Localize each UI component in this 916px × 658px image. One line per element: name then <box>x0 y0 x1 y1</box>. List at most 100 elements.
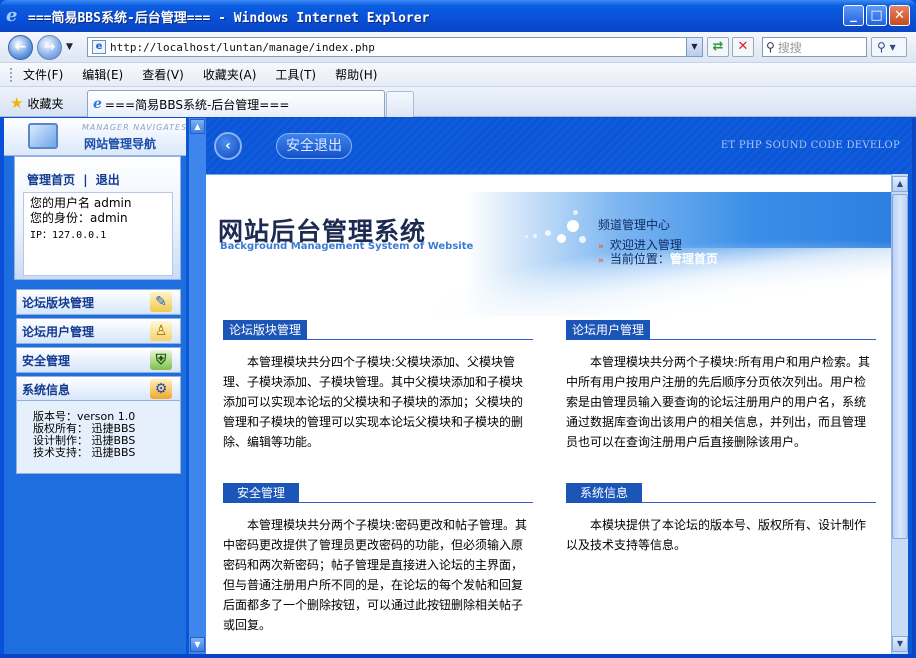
role-label: 您的身份： <box>30 211 91 225</box>
scroll-down-icon[interactable]: ▼ <box>892 636 908 652</box>
section-security: 安全管理 本管理模块共分两个子模块:密码更改和帖子管理。其中密码更改提供了管理员… <box>223 483 533 653</box>
username-value: admin <box>93 196 132 210</box>
menu-view[interactable]: 查看(V) <box>142 66 184 83</box>
new-tab-button[interactable] <box>386 91 414 117</box>
section-header: 安全管理 <box>223 483 533 503</box>
user-icon: ♙ <box>150 321 172 341</box>
sidebar: MANAGER NAVIGATES 网站管理导航 管理首页 | 退出 您的用户名… <box>4 118 186 654</box>
section-users: 论坛用户管理 本管理模块共分两个子模块:所有用户和用户检索。其中所有用户按用户注… <box>566 320 876 470</box>
window-titlebar: e ===简易BBS系统-后台管理=== - Windows Internet … <box>0 0 916 32</box>
stop-button[interactable]: ✕ <box>732 37 754 57</box>
home-link[interactable]: 管理首页 <box>27 173 75 187</box>
double-arrow-icon: » <box>598 256 604 266</box>
address-toolbar: ← → ▼ e http://localhost/luntan/manage/i… <box>0 32 916 62</box>
username-label: 您的用户名 <box>30 196 91 210</box>
section-header: 论坛版块管理 <box>223 320 533 340</box>
safe-logout-button[interactable]: 安全退出 <box>276 133 352 159</box>
user-panel: 管理首页 | 退出 您的用户名 admin 您的身份：admin IP：127.… <box>14 156 181 280</box>
tab-title: ===简易BBS系统-后台管理=== <box>104 97 290 112</box>
link-separator: | <box>83 173 88 187</box>
menu-help[interactable]: 帮助(H) <box>335 66 377 83</box>
sidebar-header-en: MANAGER NAVIGATES <box>82 123 188 132</box>
menu-favorites[interactable]: 收藏夹(A) <box>203 66 257 83</box>
section-header: 论坛用户管理 <box>566 320 876 340</box>
tab-bar: ★ 收藏夹 e ===简易BBS系统-后台管理=== <box>0 86 916 117</box>
section-body: 本管理模块共分四个子模块:父模块添加、父模块管理、子模块添加、子模块管理。其中父… <box>223 355 524 449</box>
sidebar-header-cn: 网站管理导航 <box>84 137 157 151</box>
address-field[interactable]: e http://localhost/luntan/manage/index.p… <box>87 37 703 57</box>
sidebar-header: MANAGER NAVIGATES 网站管理导航 <box>4 118 186 156</box>
frame-scrollbar[interactable]: ▲ ▼ <box>189 118 206 654</box>
sidebar-item-system[interactable]: 系统信息 ⚙ <box>16 376 181 402</box>
sidebar-item-label: 论坛版块管理 <box>22 295 95 310</box>
url-text[interactable]: http://localhost/luntan/manage/index.php <box>110 41 686 54</box>
scroll-thumb[interactable] <box>892 194 908 539</box>
ie-page-icon: e <box>93 96 102 112</box>
back-button[interactable]: ← <box>8 35 33 60</box>
sidebar-item-label: 系统信息 <box>22 382 71 397</box>
toolbar-grip <box>10 67 13 82</box>
security-icon: ⛨ <box>150 350 172 370</box>
ip-row: IP：127.0.0.1 <box>30 228 166 243</box>
section-body: 本管理模块共分两个子模块:所有用户和用户检索。其中所有用户按用户注册的先后顺序分… <box>566 355 871 449</box>
location-label: 当前位置： <box>609 252 670 266</box>
scroll-down-icon[interactable]: ▼ <box>190 637 205 652</box>
refresh-button[interactable]: ⇄ <box>707 37 729 57</box>
forum-edit-icon: ✎ <box>150 292 172 312</box>
content-scrollbar[interactable]: ▲ ▼ <box>891 174 908 654</box>
section-body: 本管理模块共分两个子模块:密码更改和帖子管理。其中密码更改提供了管理员更改密码的… <box>223 518 528 632</box>
gears-icon: ⚙ <box>150 379 172 399</box>
menu-edit[interactable]: 编辑(E) <box>82 66 123 83</box>
monitor-icon <box>28 123 58 149</box>
sidebar-item-label: 安全管理 <box>22 353 71 368</box>
sidebar-item-label: 论坛用户管理 <box>22 324 95 339</box>
menu-bar: 文件(F) 编辑(E) 查看(V) 收藏夹(A) 工具(T) 帮助(H) <box>0 62 916 86</box>
history-dropdown-icon[interactable]: ▼ <box>66 42 73 52</box>
minimize-button[interactable]: _ <box>843 5 864 26</box>
window-border-right <box>912 118 916 658</box>
sidebar-item-forum[interactable]: 论坛版块管理 ✎ <box>16 289 181 315</box>
search-icon: ⚲ <box>766 40 775 54</box>
section-title: 论坛用户管理 <box>566 320 651 340</box>
forward-button[interactable]: → <box>37 35 62 60</box>
collapse-arrow-button[interactable]: ‹ <box>214 132 242 160</box>
section-body: 本模块提供了本论坛的版本号、版权所有、设计制作以及技术支持等信息。 <box>566 518 867 552</box>
maximize-button[interactable]: □ <box>866 5 887 26</box>
search-placeholder: 搜搜 <box>777 40 802 55</box>
scroll-up-icon[interactable]: ▲ <box>892 176 908 192</box>
ip-value: 127.0.0.1 <box>52 230 107 241</box>
search-go-button[interactable]: ⚲ ▾ <box>871 37 907 57</box>
scroll-up-icon[interactable]: ▲ <box>190 119 205 134</box>
favorites-button[interactable]: ★ 收藏夹 <box>10 94 63 112</box>
address-dropdown-icon[interactable]: ▼ <box>686 38 702 56</box>
sidebar-item-security[interactable]: 安全管理 ⛨ <box>16 347 181 373</box>
system-info-box: 版本号：verson 1.0 版权所有： 迅捷BBS 设计制作： 迅捷BBS 技… <box>16 400 181 474</box>
logout-link[interactable]: 退出 <box>96 173 120 187</box>
section-header: 系统信息 <box>566 483 876 503</box>
main-content: 网站后台管理系统 Background Management System of… <box>206 174 891 654</box>
section-title: 安全管理 <box>223 483 300 503</box>
role-row: 您的身份：admin <box>30 211 166 226</box>
location-line: » 当前位置：管理首页 <box>598 250 718 267</box>
section-system: 系统信息 本模块提供了本论坛的版本号、版权所有、设计制作以及技术支持等信息。 <box>566 483 876 583</box>
admin-banner: 网站后台管理系统 Background Management System of… <box>206 192 891 316</box>
section-forum: 论坛版块管理 本管理模块共分四个子模块:父模块添加、父模块管理、子模块添加、子模… <box>223 320 533 470</box>
search-input[interactable]: ⚲ 搜搜 <box>762 37 867 57</box>
section-title: 论坛版块管理 <box>223 320 308 340</box>
sidebar-item-users[interactable]: 论坛用户管理 ♙ <box>16 318 181 344</box>
menu-file[interactable]: 文件(F) <box>23 66 63 83</box>
close-button[interactable]: ✕ <box>889 5 910 26</box>
ie-logo-icon: e <box>6 5 18 26</box>
channel-title: 频道管理中心 <box>598 218 671 232</box>
section-title: 系统信息 <box>566 483 643 503</box>
tab-current[interactable]: e ===简易BBS系统-后台管理=== <box>87 90 385 117</box>
role-value: admin <box>90 211 128 225</box>
develop-text: ET PHP SOUND CODE DEVELOP <box>720 140 900 151</box>
support-text: 技术支持： 迅捷BBS <box>33 446 136 459</box>
window-border-bottom <box>0 654 916 658</box>
favorites-label: 收藏夹 <box>27 96 64 111</box>
window-title: ===简易BBS系统-后台管理=== - Windows Internet Ex… <box>28 10 430 26</box>
page-icon: e <box>92 40 106 54</box>
star-icon: ★ <box>10 94 24 112</box>
menu-tools[interactable]: 工具(T) <box>275 66 316 83</box>
